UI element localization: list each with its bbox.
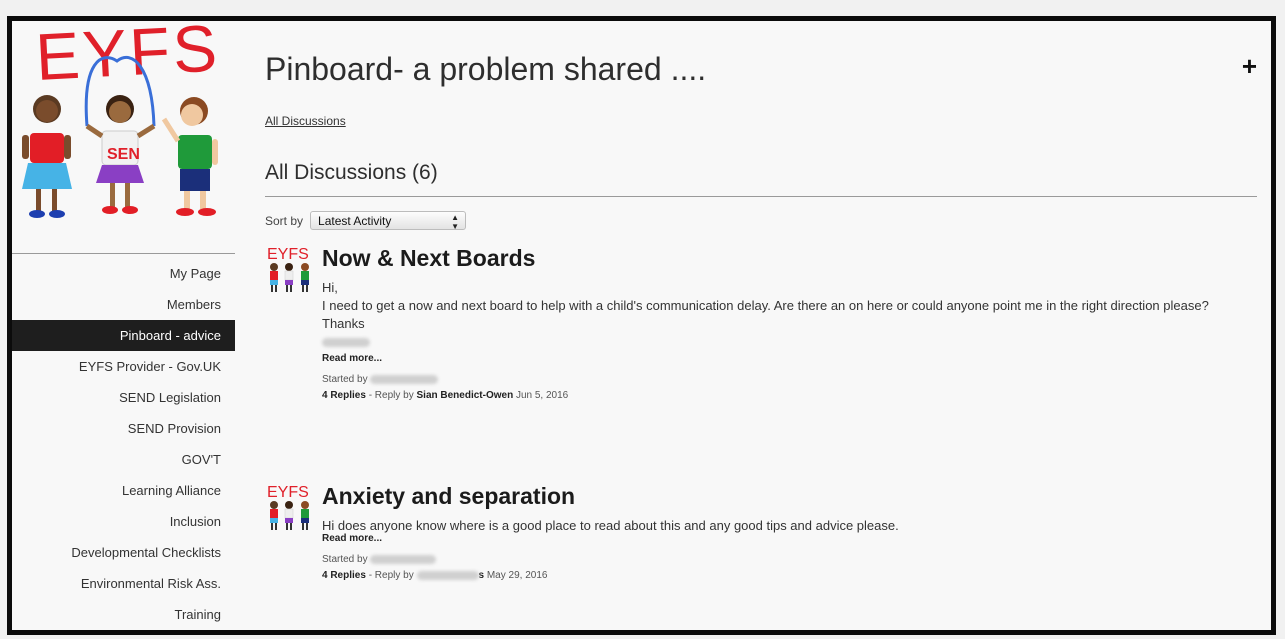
child-left-icon: [22, 95, 72, 218]
sidebar: EYFS SEN My Page Members Pinboard - advi…: [12, 21, 235, 630]
sidebar-item-developmental-checklists[interactable]: Developmental Checklists: [12, 537, 235, 568]
sort-selected-value: Latest Activity: [318, 214, 392, 228]
logo-sen-badge: SEN: [107, 146, 140, 163]
discussion-meta: Started by 4 Replies - Reply by s May 29…: [322, 552, 1252, 584]
started-by: Started by: [322, 372, 1252, 388]
child-middle-icon: SEN: [85, 95, 156, 214]
discussion-body: Now & Next Boards Hi, I need to get a no…: [322, 243, 1252, 404]
sidebar-nav: My Page Members Pinboard - advice EYFS P…: [12, 258, 235, 630]
sidebar-item-my-page[interactable]: My Page: [12, 258, 235, 289]
discussion-meta: Started by 4 Replies - Reply by Sian Ben…: [322, 372, 1252, 404]
excerpt-line: I need to get a now and next board to he…: [322, 298, 1209, 313]
eyfs-sen-logo[interactable]: EYFS SEN: [12, 21, 235, 241]
redacted-author[interactable]: [370, 374, 439, 384]
browser-frame: EYFS SEN My Page Members Pinboard - advi…: [7, 16, 1276, 635]
sidebar-item-send-legislation[interactable]: SEND Legislation: [12, 382, 235, 413]
add-discussion-button[interactable]: +: [1242, 51, 1257, 82]
started-by: Started by: [322, 552, 1252, 568]
replies-link[interactable]: 4 Replies: [322, 390, 366, 401]
breadcrumb-all-discussions[interactable]: All Discussions: [265, 114, 346, 128]
redacted-reply-author[interactable]: [416, 570, 479, 580]
sidebar-item-send-provision[interactable]: SEND Provision: [12, 413, 235, 444]
sidebar-item-environmental-risk[interactable]: Environmental Risk Ass.: [12, 568, 235, 599]
reply-info: 4 Replies - Reply by s May 29, 2016: [322, 568, 1252, 584]
sidebar-item-members[interactable]: Members: [12, 289, 235, 320]
replies-link[interactable]: 4 Replies: [322, 570, 366, 581]
eyfs-avatar-icon[interactable]: EYFS: [265, 243, 315, 295]
sort-row: Sort by Latest Activity ▲ ▼: [265, 211, 467, 231]
discussion-title[interactable]: Anxiety and separation: [322, 481, 1252, 511]
discussion-excerpt: Hi, I need to get a now and next board t…: [322, 279, 1252, 351]
excerpt-line: Hi,: [322, 280, 338, 295]
reply-date: May 29, 2016: [486, 570, 548, 581]
sidebar-item-govt[interactable]: GOV'T: [12, 444, 235, 475]
reply-by-label: - Reply by: [365, 390, 417, 401]
excerpt-line: Thanks: [322, 316, 365, 331]
discussion-body: Anxiety and separation Hi does anyone kn…: [322, 481, 1252, 584]
sidebar-item-eyfs-provider[interactable]: EYFS Provider - Gov.UK: [12, 351, 235, 382]
avatar-label: EYFS: [267, 246, 309, 263]
sort-select[interactable]: Latest Activity ▲ ▼: [310, 211, 467, 231]
sidebar-divider: [12, 253, 235, 254]
read-more-link[interactable]: Read more...: [322, 353, 1252, 364]
redacted-signature: [322, 333, 1252, 351]
started-by-label: Started by: [322, 554, 368, 565]
select-arrows-icon: ▲ ▼: [451, 213, 460, 231]
page-title: Pinboard- a problem shared ....: [265, 51, 707, 87]
avatar-label: EYFS: [267, 484, 309, 501]
section-title: All Discussions (6): [265, 161, 438, 184]
redacted-author[interactable]: [370, 554, 437, 564]
reply-date: Jun 5, 2016: [515, 390, 569, 401]
eyfs-avatar-icon[interactable]: EYFS: [265, 481, 315, 533]
sidebar-item-pinboard-advice[interactable]: Pinboard - advice: [12, 320, 235, 351]
reply-author-suffix[interactable]: s: [479, 570, 485, 581]
discussion-title[interactable]: Now & Next Boards: [322, 243, 1252, 273]
section-divider: [265, 196, 1257, 197]
reply-info: 4 Replies - Reply by Sian Benedict-Owen …: [322, 388, 1252, 404]
sort-label: Sort by: [265, 213, 304, 228]
started-by-label: Started by: [322, 374, 368, 385]
reply-author-link[interactable]: Sian Benedict-Owen: [417, 390, 514, 401]
sidebar-item-learning-alliance[interactable]: Learning Alliance: [12, 475, 235, 506]
sidebar-item-inclusion[interactable]: Inclusion: [12, 506, 235, 537]
child-right-icon: [161, 97, 218, 216]
sidebar-item-training[interactable]: Training: [12, 599, 235, 630]
reply-by-label: - Reply by: [365, 570, 417, 581]
main-content: Pinboard- a problem shared .... + All Di…: [265, 21, 1257, 630]
